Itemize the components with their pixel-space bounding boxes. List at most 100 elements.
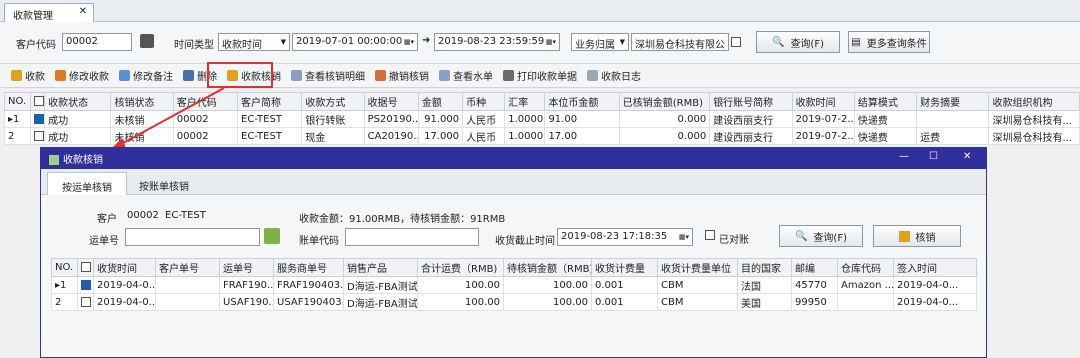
col-header[interactable]: 客户简称: [237, 92, 303, 111]
business-select[interactable]: 业务归属 ▼: [571, 33, 629, 51]
date-from-input[interactable]: 2019-07-01 00:00:00 ▦▾: [292, 33, 418, 51]
view-slip-button[interactable]: 查看水单: [434, 66, 498, 86]
search-icon: 🔍: [771, 36, 785, 48]
cell: [155, 293, 220, 311]
table-row[interactable]: ▸1 2019-04-0... FRAF190... FRAF190403...…: [51, 276, 977, 294]
col-header[interactable]: NO.: [3, 92, 32, 111]
cell: 17.000: [417, 127, 464, 145]
query-button[interactable]: 🔍 查询(F): [756, 31, 840, 53]
col-header[interactable]: 本位币金额: [544, 92, 620, 111]
select-all-checkbox[interactable]: [30, 92, 46, 111]
dialog-query-label: 查询(F): [813, 232, 847, 244]
col-header[interactable]: 待核销金额（RMB): [503, 258, 592, 277]
company-select[interactable]: 深圳易仓科技有限公: [631, 33, 729, 51]
bill-code-label: 账单代码: [299, 236, 339, 247]
cell: 2: [3, 127, 32, 145]
cell: 2019-07-2...: [791, 110, 855, 128]
edit-receipt-button[interactable]: 修改收款: [50, 66, 114, 86]
search-icon: 🔍: [794, 230, 808, 242]
col-header[interactable]: 邮编: [791, 258, 838, 277]
verify-label: 核销: [915, 232, 936, 244]
cell: 1.0000...: [504, 127, 546, 145]
cell: PS20190...: [363, 110, 419, 128]
magnifier-icon: [291, 70, 302, 81]
col-header[interactable]: 汇率: [504, 92, 546, 111]
print-receipt-button[interactable]: 打印收款单据: [498, 66, 582, 86]
col-header[interactable]: 收款方式: [301, 92, 365, 111]
log-icon: [587, 70, 598, 81]
reconciled-checkbox[interactable]: [705, 230, 715, 240]
tab-by-waybill[interactable]: 按运单核销: [47, 172, 127, 195]
col-header[interactable]: 收货计费量: [591, 258, 658, 277]
row-checkbox[interactable]: [30, 127, 46, 145]
customer-lookup-icon[interactable]: [140, 34, 154, 48]
col-header[interactable]: 金额: [417, 92, 464, 111]
col-header[interactable]: 运单号: [219, 258, 274, 277]
date-to-value: 2019-08-23 23:59:59: [438, 36, 545, 47]
minimize-icon[interactable]: —: [899, 151, 909, 162]
col-header[interactable]: 结算模式: [853, 92, 918, 111]
dialog-query-button[interactable]: 🔍 查询(F): [779, 225, 863, 247]
more-query-button[interactable]: ▤ 更多查询条件: [848, 31, 930, 53]
customer-code-input[interactable]: 00002: [62, 33, 132, 51]
row-checkbox[interactable]: [30, 110, 46, 128]
col-header[interactable]: 收据号: [363, 92, 419, 111]
verify-button[interactable]: 核销: [873, 225, 961, 247]
cell: 建设西丽支行: [709, 127, 793, 145]
tab-receipt-management[interactable]: 收款管理 ✕: [4, 3, 94, 22]
row-checkbox[interactable]: [77, 293, 94, 311]
waybill-input[interactable]: [125, 228, 260, 246]
highlight-box: [207, 62, 273, 88]
company-checkbox[interactable]: [731, 37, 741, 47]
close-icon[interactable]: ✕: [963, 151, 971, 162]
col-header[interactable]: 银行账号简称: [709, 92, 793, 111]
col-header[interactable]: 合计运费（RMB): [417, 258, 504, 277]
bill-code-input[interactable]: [345, 228, 479, 246]
deadline-input[interactable]: 2019-08-23 17:18:35 ▦▾: [557, 228, 693, 246]
cell: 2019-04-0...: [893, 276, 977, 294]
cell: FRAF190...: [219, 276, 274, 294]
pick-icon[interactable]: [264, 228, 280, 244]
col-header[interactable]: 财务摘要: [916, 92, 990, 111]
col-header[interactable]: 已核销金额(RMB): [618, 92, 711, 111]
time-type-select[interactable]: 收款时间 ▼: [218, 33, 290, 51]
col-header[interactable]: 币种: [462, 92, 506, 111]
reconciled-label: 已对账: [719, 235, 749, 246]
edit-note-label: 修改备注: [133, 72, 173, 83]
col-header[interactable]: 销售产品: [343, 258, 418, 277]
cell: 100.00: [417, 293, 504, 311]
col-header[interactable]: 收款时间: [791, 92, 855, 111]
col-header[interactable]: 目的国家: [737, 258, 792, 277]
view-verify-detail-button[interactable]: 查看核销明细: [286, 66, 370, 86]
col-header[interactable]: NO.: [51, 258, 78, 277]
col-header[interactable]: 收款组织机构: [988, 92, 1080, 111]
receipt-log-label: 收款日志: [601, 72, 641, 83]
row-checkbox[interactable]: [77, 276, 94, 294]
col-header[interactable]: 仓库代码: [837, 258, 894, 277]
col-header[interactable]: 收货计费量单位: [657, 258, 738, 277]
date-to-input[interactable]: 2019-08-23 23:59:59 ▦▾: [434, 33, 560, 51]
date-from-value: 2019-07-01 00:00:00: [296, 36, 403, 47]
tab-close-icon[interactable]: ✕: [79, 6, 87, 17]
col-header[interactable]: 服务商单号: [273, 258, 344, 277]
undo-verify-label: 撤销核销: [389, 72, 429, 83]
receipt-log-button[interactable]: 收款日志: [582, 66, 646, 86]
cell: 0.000: [618, 110, 711, 128]
filter-icon: ▤: [851, 36, 861, 48]
cell: [916, 110, 990, 128]
undo-verify-button[interactable]: 撤销核销: [370, 66, 434, 86]
col-header[interactable]: 客户单号: [155, 258, 220, 277]
col-header[interactable]: 签入时间: [893, 258, 977, 277]
cell: FRAF190403...: [273, 276, 344, 294]
calendar-icon[interactable]: ▦▾: [679, 233, 689, 241]
filter-bar: 客户代码 00002 时间类型 收款时间 ▼ 2019-07-01 00:00:0…: [0, 22, 1080, 64]
calendar-icon[interactable]: ▦▾: [404, 38, 414, 46]
calendar-icon[interactable]: ▦▾: [546, 38, 556, 46]
edit-note-button[interactable]: 修改备注: [114, 66, 178, 86]
tab-by-bill[interactable]: 按账单核销: [125, 172, 203, 195]
table-row[interactable]: 2 2019-04-0... USAF190... USAF190403... …: [51, 293, 977, 311]
select-all-checkbox[interactable]: [77, 258, 94, 277]
col-header[interactable]: 收货时间: [93, 258, 156, 277]
receive-button[interactable]: 收款: [6, 66, 50, 86]
maximize-icon[interactable]: ☐: [929, 151, 938, 162]
